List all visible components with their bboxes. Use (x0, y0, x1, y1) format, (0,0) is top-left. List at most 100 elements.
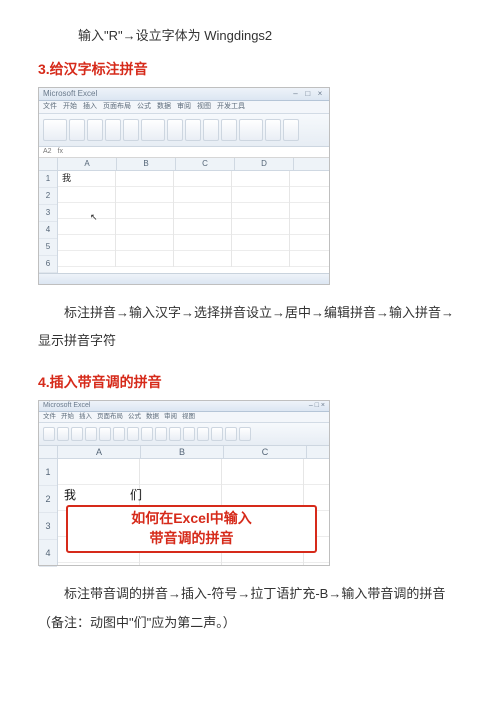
ribbon-button (221, 119, 237, 141)
ribbon-button (185, 119, 201, 141)
ribbon-button (155, 427, 167, 441)
ribbon-button (123, 119, 139, 141)
tab: 数据 (146, 414, 159, 421)
maximize-icon: □ (303, 90, 313, 98)
ribbon-button (87, 119, 103, 141)
corner-cell (39, 158, 58, 170)
cell-a2-value: 我 (62, 174, 71, 183)
tab: 数据 (157, 103, 171, 110)
ribbon-button (57, 427, 69, 441)
cells-area: 我们 如何在Excel中输入 带音调的拼音 (58, 459, 329, 565)
row-header: 2 (39, 188, 57, 205)
ribbon-button (265, 119, 281, 141)
window-title: Microsoft Excel (43, 90, 97, 98)
row-header: 2 (39, 486, 57, 513)
callout-line1: 如何在Excel中输入 (131, 509, 252, 529)
window-titlebar: Microsoft Excel – □ × (39, 401, 329, 412)
ribbon-button (239, 119, 263, 141)
tab: 文件 (43, 103, 57, 110)
tab: 开发工具 (217, 103, 245, 110)
ribbon-button (85, 427, 97, 441)
ribbon-button (99, 427, 111, 441)
row-headers: 1 2 3 4 (39, 459, 58, 565)
spreadsheet-grid: A B C D 1 2 3 4 5 6 我 ↖ (39, 158, 329, 273)
column-headers: A B C D (39, 158, 329, 171)
col-header: B (141, 446, 224, 458)
window-titlebar: Microsoft Excel – □ × (39, 88, 329, 101)
ribbon-button (43, 119, 67, 141)
row-header: 6 (39, 256, 57, 273)
excel-screenshot-1: Microsoft Excel – □ × 文件 开始 插入 页面布局 公式 数… (38, 87, 330, 285)
tab: 视图 (197, 103, 211, 110)
formula-bar: A2 fx (39, 147, 329, 158)
ribbon-tabs: 文件 开始 插入 页面布局 公式 数据 审阅 视图 (39, 412, 329, 423)
ribbon-button (43, 427, 55, 441)
col-header: A (58, 158, 117, 170)
tab: 开始 (61, 414, 74, 421)
ribbon-button (71, 427, 83, 441)
row-headers: 1 2 3 4 5 6 (39, 171, 58, 273)
column-headers: A B C (39, 446, 329, 459)
ribbon-button (141, 427, 153, 441)
ribbon-toolbar (39, 423, 329, 446)
window-controls: – □ × (309, 402, 325, 409)
ribbon-button (105, 119, 121, 141)
corner-cell (39, 446, 58, 458)
window-title: Microsoft Excel (43, 402, 90, 409)
row-header: 4 (39, 540, 57, 567)
col-header: D (235, 158, 294, 170)
ribbon-button (283, 119, 299, 141)
tab: 公式 (128, 414, 141, 421)
row-header: 1 (39, 171, 57, 188)
cells-area: 我 ↖ (58, 171, 329, 267)
ribbon-button (211, 427, 223, 441)
minimize-icon: – (291, 90, 301, 98)
tab: 文件 (43, 414, 56, 421)
tab: 插入 (79, 414, 92, 421)
cells-row2-chars: 我们 (64, 489, 196, 501)
excel-screenshot-2: Microsoft Excel – □ × 文件 开始 插入 页面布局 公式 数… (38, 400, 330, 566)
heading-3: 3.给汉字标注拼音 (38, 59, 462, 79)
row-header: 3 (39, 205, 57, 222)
ribbon-tabs: 文件 开始 插入 页面布局 公式 数据 审阅 视图 开发工具 (39, 101, 329, 114)
tab: 插入 (83, 103, 97, 110)
ribbon-button (183, 427, 195, 441)
ribbon-button (113, 427, 125, 441)
heading-4: 4.插入带音调的拼音 (38, 372, 462, 392)
callout-line2: 带音调的拼音 (150, 529, 234, 549)
close-icon: × (315, 90, 325, 98)
name-box: A2 (43, 148, 52, 155)
paragraph-4: 标注带音调的拼音→插入-符号→拉丁语扩充-B→输入带音调的拼音（备注：动图中"们… (38, 580, 462, 637)
tab: 页面布局 (97, 414, 123, 421)
ribbon-button (69, 119, 85, 141)
status-bar (39, 273, 329, 284)
fx-label: fx (58, 148, 63, 155)
ribbon-toolbar (39, 114, 329, 147)
ribbon-button (167, 119, 183, 141)
row-header: 1 (39, 459, 57, 486)
ribbon-button (225, 427, 237, 441)
ribbon-button (239, 427, 251, 441)
callout-box: 如何在Excel中输入 带音调的拼音 (66, 505, 317, 553)
tab: 视图 (182, 414, 195, 421)
ribbon-button (203, 119, 219, 141)
ribbon-button (169, 427, 181, 441)
row-header: 4 (39, 222, 57, 239)
tab: 公式 (137, 103, 151, 110)
tab: 页面布局 (103, 103, 131, 110)
ribbon-button (197, 427, 209, 441)
col-header: A (58, 446, 141, 458)
cursor-icon: ↖ (90, 213, 98, 222)
tab: 审阅 (177, 103, 191, 110)
ribbon-button (127, 427, 139, 441)
row-header: 5 (39, 239, 57, 256)
tab: 审阅 (164, 414, 177, 421)
document-page: 输入"R"→设立字体为 Wingdings2 3.给汉字标注拼音 Microso… (0, 0, 500, 683)
ribbon-button (141, 119, 165, 141)
window-controls: – □ × (291, 90, 325, 98)
col-header: C (224, 446, 307, 458)
intro-line: 输入"R"→设立字体为 Wingdings2 (78, 26, 462, 47)
tab: 开始 (63, 103, 77, 110)
col-header: B (117, 158, 176, 170)
row-header: 3 (39, 513, 57, 540)
